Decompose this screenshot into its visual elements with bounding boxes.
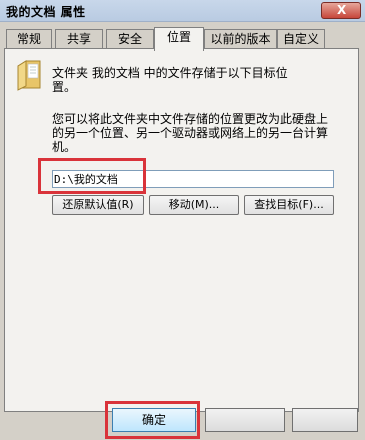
close-icon: X <box>337 3 347 17</box>
restore-default-button[interactable]: 还原默认值(R) <box>52 195 144 215</box>
tab-panel-location <box>4 48 359 412</box>
tab-sharing[interactable]: 共享 <box>55 29 103 49</box>
tab-general[interactable]: 常规 <box>6 29 52 49</box>
location-description-line2: 置。 <box>52 80 77 94</box>
folder-icon <box>17 60 41 91</box>
location-info-line2: 的另一个位置、另一个驱动器或网络上的另一台计算 <box>52 126 329 140</box>
tab-previous-versions[interactable]: 以前的版本 <box>204 29 277 49</box>
apply-button[interactable] <box>292 408 358 432</box>
location-info-line1: 您可以将此文件夹中文件存储的位置更改为此硬盘上 <box>52 112 329 126</box>
cancel-button[interactable] <box>205 408 285 432</box>
location-info-line3: 机。 <box>52 140 77 154</box>
ok-highlight-box <box>105 401 200 439</box>
tab-security[interactable]: 安全 <box>106 29 154 49</box>
tab-customize[interactable]: 自定义 <box>277 29 325 49</box>
tab-strip: 常规 共享 安全 位置 以前的版本 自定义 <box>4 27 364 51</box>
window-title: 我的文档 属性 <box>6 5 86 19</box>
properties-dialog: 我的文档 属性 X 常规 共享 安全 位置 以前的版本 自定义 文件夹 我的文档… <box>0 0 365 440</box>
location-info: 您可以将此文件夹中文件存储的位置更改为此硬盘上 的另一个位置、另一个驱动器或网络… <box>52 112 342 154</box>
close-button[interactable]: X <box>321 2 361 19</box>
title-bar[interactable]: 我的文档 属性 X <box>0 0 365 22</box>
location-description-line1: 文件夹 我的文档 中的文件存储于以下目标位 <box>52 66 288 80</box>
find-target-button[interactable]: 查找目标(F)... <box>244 195 334 215</box>
tab-location[interactable]: 位置 <box>154 27 204 51</box>
location-description: 文件夹 我的文档 中的文件存储于以下目标位 置。 <box>52 66 342 94</box>
move-button[interactable]: 移动(M)... <box>149 195 239 215</box>
path-highlight-box <box>38 158 146 194</box>
